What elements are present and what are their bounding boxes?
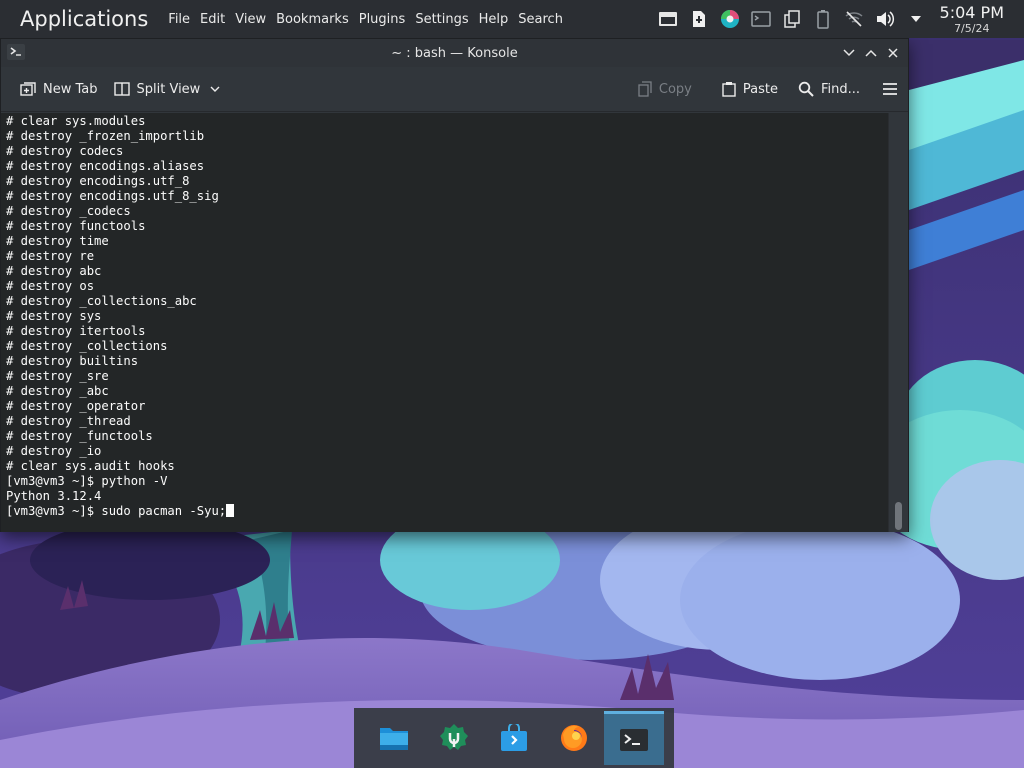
firefox-icon[interactable] [544, 711, 604, 765]
find-button[interactable]: Find... [792, 74, 866, 104]
paste-button[interactable]: Paste [716, 74, 784, 104]
konsole-window: ~ : bash — Konsole New Tab Split View Co… [0, 38, 909, 532]
minimize-button[interactable] [838, 43, 860, 63]
terminal-line: # destroy _collections_abc [6, 294, 197, 308]
terminal-line: # destroy codecs [6, 144, 124, 158]
update-icon[interactable] [688, 8, 710, 30]
terminal-line: # destroy itertools [6, 324, 146, 338]
konsole-app-icon[interactable] [7, 44, 25, 60]
terminal-line: # destroy re [6, 249, 95, 263]
terminal-line: # destroy _collections [6, 339, 168, 353]
file-manager-icon[interactable] [364, 711, 424, 765]
terminal-line: # destroy encodings.utf_8_sig [6, 189, 219, 203]
konsole-toolbar: New Tab Split View Copy Paste Find... [1, 67, 908, 112]
new-tab-button[interactable]: New Tab [14, 74, 104, 104]
clock-time: 5:04 PM [939, 2, 1004, 22]
chevron-down-icon [210, 86, 220, 92]
split-view-label: Split View [136, 81, 201, 97]
find-label: Find... [820, 81, 860, 97]
hamburger-menu-button[interactable] [876, 74, 900, 104]
tray-expand-icon[interactable] [905, 8, 927, 30]
new-tab-label: New Tab [43, 81, 98, 97]
applications-menu-button[interactable]: Applications [0, 7, 168, 31]
konsole-icon[interactable] [604, 711, 664, 765]
terminal-line: # clear sys.modules [6, 114, 146, 128]
chevron-down-icon [843, 49, 855, 57]
volume-icon[interactable] [874, 8, 896, 30]
window-controls [838, 43, 904, 63]
terminal-output: # clear sys.modules # destroy _frozen_imp… [1, 113, 889, 519]
menu-file[interactable]: File [168, 12, 198, 27]
top-panel: Applications File Edit View Bookmarks Pl… [0, 0, 1024, 38]
menu-search[interactable]: Search [518, 12, 571, 27]
terminal-line: # destroy _abc [6, 384, 109, 398]
paste-label: Paste [742, 81, 778, 97]
terminal-cursor [226, 504, 235, 517]
new-tab-icon [20, 82, 36, 96]
clock[interactable]: 5:04 PM 7/5/24 [939, 2, 1004, 35]
clock-date: 7/5/24 [954, 21, 990, 35]
scrollbar-thumb[interactable] [895, 502, 902, 530]
terminal-indicator-icon[interactable] [750, 8, 772, 30]
color-picker-icon[interactable] [719, 8, 741, 30]
software-store-icon[interactable] [484, 711, 544, 765]
terminal-line: # destroy _operator [6, 399, 146, 413]
terminal-area[interactable]: # clear sys.modules # destroy _frozen_imp… [1, 113, 889, 532]
toolbar-right-group: Copy Paste Find... [632, 74, 900, 104]
menu-plugins[interactable]: Plugins [359, 12, 414, 27]
terminal-line: Python 3.12.4 [6, 489, 102, 503]
terminal-line: # destroy abc [6, 264, 102, 278]
terminal-line: # destroy builtins [6, 354, 139, 368]
menu-help[interactable]: Help [479, 12, 517, 27]
hamburger-menu-icon [883, 83, 897, 95]
copy-label: Copy [658, 81, 692, 97]
terminal-line: [vm3@vm3 ~]$ python -V [6, 474, 168, 488]
menu-view[interactable]: View [235, 12, 274, 27]
menu-bookmarks[interactable]: Bookmarks [276, 12, 357, 27]
battery-icon[interactable] [812, 8, 834, 30]
terminal-line: # destroy _io [6, 444, 102, 458]
terminal-line: # destroy encodings.utf_8 [6, 174, 190, 188]
taskbar-dock [354, 708, 674, 768]
maximize-button[interactable] [860, 43, 882, 63]
global-menu-bar: File Edit View Bookmarks Plugins Setting… [168, 12, 573, 27]
copy-icon [638, 81, 652, 97]
terminal-line: # destroy _thread [6, 414, 131, 428]
menu-edit[interactable]: Edit [200, 12, 233, 27]
terminal-line: [vm3@vm3 ~]$ sudo pacman -Syu; [6, 504, 889, 519]
terminal-line: # destroy time [6, 234, 109, 248]
window-title: ~ : bash — Konsole [391, 45, 518, 61]
terminal-line: # clear sys.audit hooks [6, 459, 175, 473]
terminal-line: # destroy encodings.aliases [6, 159, 205, 173]
terminal-line: # destroy _sre [6, 369, 109, 383]
split-view-icon [113, 82, 130, 96]
clipboard-icon[interactable] [781, 8, 803, 30]
paste-icon [722, 82, 736, 97]
terminal-line: # destroy _frozen_importlib [6, 129, 205, 143]
terminal-line: # destroy os [6, 279, 95, 293]
split-view-button[interactable]: Split View [108, 74, 227, 104]
search-icon [798, 81, 814, 97]
chevron-up-icon [865, 49, 877, 57]
display-icon[interactable] [657, 8, 679, 30]
terminal-line: # destroy _codecs [6, 204, 131, 218]
terminal-line: # destroy _functools [6, 429, 153, 443]
menu-settings[interactable]: Settings [415, 12, 476, 27]
system-tray: 5:04 PM 7/5/24 [657, 0, 1024, 38]
network-off-icon[interactable] [843, 8, 865, 30]
terminal-line: # destroy functools [6, 219, 146, 233]
close-button[interactable] [882, 43, 904, 63]
discover-settings-icon[interactable] [424, 711, 484, 765]
terminal-line: # destroy sys [6, 309, 102, 323]
terminal-scrollbar[interactable] [888, 113, 908, 532]
window-titlebar[interactable]: ~ : bash — Konsole [1, 39, 908, 67]
close-icon [888, 48, 898, 58]
copy-button[interactable]: Copy [632, 74, 698, 104]
